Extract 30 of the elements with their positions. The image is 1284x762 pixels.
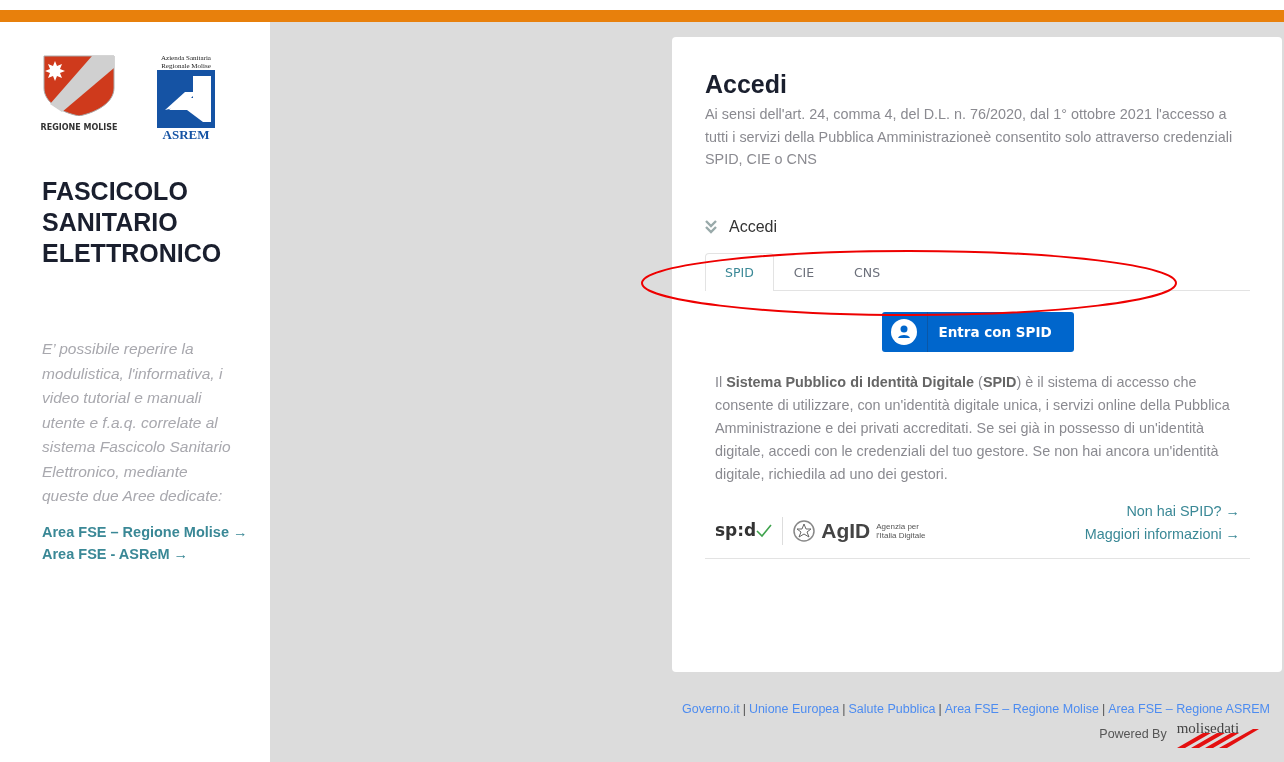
- spid-description: Il Sistema Pubblico di Identità Digitale (SPID) è il sistema di accesso che consente di utilizzare, con un'identità digitale unica, i servizi online della Pubblica Amministrazione e dei privati accreditati. Se sei già in possesso di un'identità digitale, accedi con le credenziali del tuo gestore. Se non hai ancora un'identità digitale, richiedila ad uno dei gestori.: [715, 373, 1231, 485]
- footer-link[interactable]: Governo.it: [681, 702, 740, 716]
- card-title: Accedi: [705, 69, 788, 99]
- tab[interactable]: SPID: [705, 252, 774, 292]
- spid-logo: sp:d: [715, 517, 773, 544]
- section-title: Accedi: [729, 216, 778, 237]
- footer-link[interactable]: Unione Europea: [748, 702, 840, 716]
- tab[interactable]: CNS: [834, 252, 901, 292]
- agid-logo: AgID: [821, 517, 871, 544]
- footer-link[interactable]: Area FSE – Regione Molise: [944, 702, 1099, 716]
- chevron-icon[interactable]: [705, 219, 717, 234]
- info-link[interactable]: Non hai SPID? →: [1084, 500, 1240, 524]
- powered-by-text: Powered By: [1099, 726, 1167, 744]
- info-link[interactable]: Maggiori informazioni →: [1084, 523, 1240, 547]
- intro-text: E’ possibile reperire la modulistica, l'informativa, i video tutorial e manuali utente e f.a.q. correlate al sistema Fascicolo Sanitario Elettronico, mediante queste due Aree dedicate:: [42, 339, 232, 506]
- sidebar-link[interactable]: Area FSE – Regione Molise →: [42, 520, 248, 543]
- agid-caption: Agenzia per l'Italia Digitale: [876, 521, 927, 540]
- emblem-icon: [793, 518, 816, 543]
- separator: |: [842, 702, 846, 716]
- notice-text: Ai sensi dell'art. 24, comma 4, del D.L. n. 76/2020, dal 1° ottobre 2021 l'accesso a tutti i servizi della Pubblica Amministrazioneè consentito solo attraverso credenziali SPID, CIE o CNS: [705, 105, 1234, 169]
- separator: |: [742, 702, 746, 716]
- separator: |: [1101, 702, 1106, 716]
- app-title: FASCICOLO SANITARIO ELETTRONICO: [42, 176, 223, 269]
- tab[interactable]: CIE: [773, 252, 835, 292]
- user-icon: [891, 319, 917, 346]
- spid-login-button[interactable]: Entra con SPID: [881, 312, 1074, 353]
- footer-link[interactable]: Salute Pubblica: [848, 702, 936, 716]
- sidebar-link[interactable]: Area FSE - ASReM →: [42, 542, 189, 565]
- separator: |: [938, 702, 942, 716]
- footer-link[interactable]: Area FSE – Regione ASREM: [1108, 702, 1270, 716]
